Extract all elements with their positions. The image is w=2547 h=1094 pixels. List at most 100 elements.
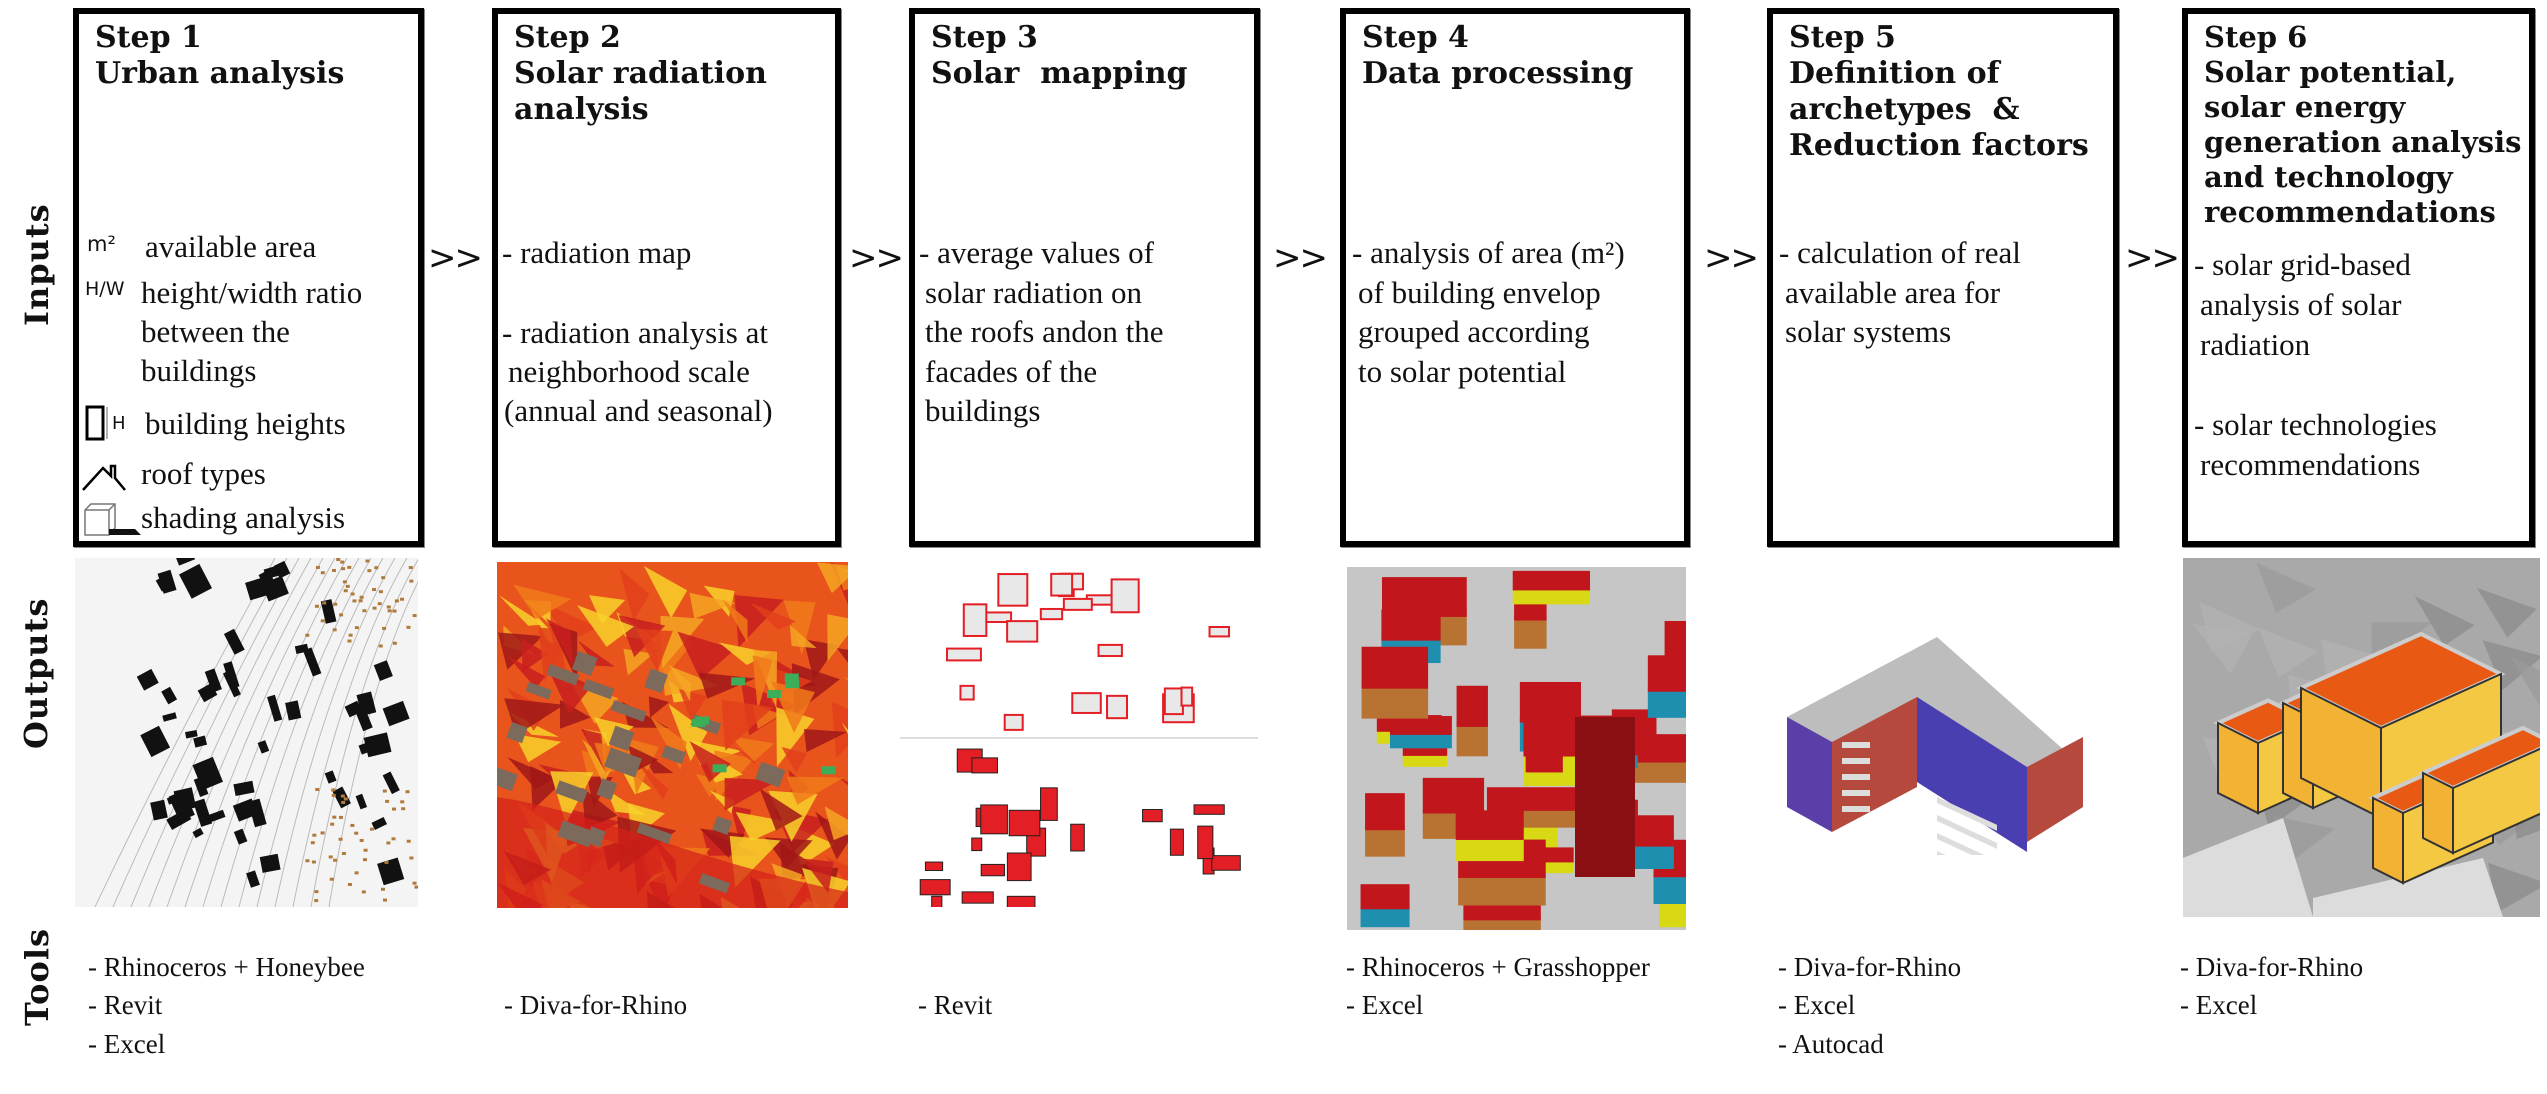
building-footprint — [259, 853, 281, 873]
building-roof-red — [980, 863, 1006, 877]
building-footprint — [136, 668, 159, 691]
building-footprint — [233, 780, 255, 797]
house-footprint — [331, 788, 336, 792]
house-footprint — [392, 641, 397, 645]
building-roof — [1389, 716, 1452, 735]
building-roof-red — [1197, 825, 1214, 860]
step-number: Step 4 — [1362, 20, 1469, 55]
building-roof-red — [1142, 809, 1163, 823]
house-footprint — [400, 597, 405, 601]
house-footprint — [305, 859, 310, 863]
facade-solar — [2372, 796, 2404, 885]
house-footprint — [369, 827, 374, 831]
terrain-facet — [2258, 627, 2319, 678]
step-heading: analysis — [514, 92, 649, 127]
house-footprint — [354, 831, 359, 835]
step-heading: Urban analysis — [95, 56, 345, 91]
terrain-facet — [2509, 656, 2540, 707]
building-footprint — [161, 686, 178, 705]
house-footprint — [359, 838, 364, 842]
house-footprint — [345, 584, 350, 588]
step-heading: Solar potential, — [2204, 55, 2457, 89]
building-outline — [1071, 692, 1102, 714]
row-label-tools: Tools — [18, 928, 56, 1026]
input-line: radiation — [2200, 327, 2311, 362]
radiation-patch — [619, 568, 650, 622]
house-footprint — [394, 599, 399, 603]
building-footprint — [176, 558, 196, 566]
step-heading: generation analysis — [2204, 125, 2522, 159]
step-heading: Solar radiation — [514, 56, 767, 91]
arrow-step5-to-step6: >> — [2125, 238, 2180, 278]
building-outline — [1110, 578, 1140, 614]
house-footprint — [392, 609, 397, 613]
house-footprint — [406, 625, 411, 629]
house-footprint — [385, 799, 390, 803]
house-footprint — [314, 899, 319, 903]
step-3-box: Step 3 Solar mapping - average values of… — [909, 8, 1260, 547]
input-roof-types: roof types — [141, 456, 266, 491]
building-roof-red — [1006, 895, 1036, 907]
house-footprint — [372, 588, 377, 592]
input-line: of building envelop — [1358, 275, 1601, 310]
building-footprint — [373, 660, 393, 681]
house-footprint — [338, 815, 343, 819]
arrow-step4-to-step5: >> — [1704, 238, 1759, 278]
house-footprint — [391, 807, 396, 811]
house-footprint — [320, 571, 325, 575]
input-hw-ratio-line2: between the — [141, 314, 290, 349]
house-footprint — [347, 639, 352, 643]
house-footprint — [341, 851, 346, 855]
balcony — [1842, 774, 1870, 780]
step-6-box: Step 6 Solar potential, solar energy gen… — [2182, 8, 2535, 547]
house-footprint — [374, 566, 379, 570]
house-footprint — [361, 890, 366, 894]
building-roof-green — [785, 680, 800, 689]
house-footprint — [359, 595, 364, 599]
step-4-box: Step 4 Data processing - analysis of are… — [1340, 8, 1690, 547]
terrain-facet — [2476, 587, 2537, 638]
building-footprint — [285, 700, 302, 721]
building-shade — [497, 764, 518, 792]
tool-item: - Diva-for-Rhino — [504, 990, 688, 1020]
house-footprint — [363, 848, 368, 852]
house-footprint — [391, 837, 396, 841]
input-building-heights: building heights — [145, 406, 346, 441]
house-footprint — [378, 644, 383, 648]
building-roof-red — [931, 895, 943, 907]
balcony — [1842, 790, 1870, 796]
step-heading: Solar mapping — [931, 56, 1188, 91]
building-roof — [1422, 777, 1485, 814]
house-footprint — [405, 790, 410, 794]
building-footprint — [150, 799, 168, 821]
house-footprint — [343, 797, 348, 801]
house-footprint — [412, 881, 417, 885]
tool-item: - Diva-for-Rhino — [1778, 952, 1962, 982]
building-roof — [1525, 753, 1563, 773]
house-footprint — [333, 602, 338, 606]
building-footprint — [382, 700, 410, 727]
step-heading: recommendations — [2204, 195, 2496, 229]
input-line: - solar grid-based — [2194, 247, 2411, 282]
building-roof-red — [980, 804, 1008, 835]
building-roof — [1486, 787, 1576, 811]
house-footprint — [339, 613, 344, 617]
step-5-title: Step 5 Definition of archetypes & Reduct… — [1789, 20, 2107, 164]
building-footprint — [257, 740, 270, 754]
building-footprint — [140, 725, 171, 758]
input-shading-analysis: shading analysis — [141, 500, 346, 535]
building-outline — [1163, 687, 1184, 716]
envelope-model-graphic — [1360, 570, 1686, 930]
house-footprint — [380, 887, 385, 891]
building-roof-green — [821, 766, 836, 775]
step-4-title: Step 4 Data processing — [1362, 20, 1678, 92]
building-footprint — [363, 732, 392, 758]
building-roof — [1647, 655, 1686, 692]
radiation-patch — [842, 677, 848, 681]
step-heading: Reduction factors — [1789, 128, 2089, 163]
step-2-title: Step 2 Solar radiation analysis — [514, 20, 829, 128]
building-outline — [1208, 625, 1231, 638]
arrow-step3-to-step4: >> — [1273, 238, 1328, 278]
building-footprint — [192, 827, 204, 839]
house-footprint — [412, 614, 417, 618]
